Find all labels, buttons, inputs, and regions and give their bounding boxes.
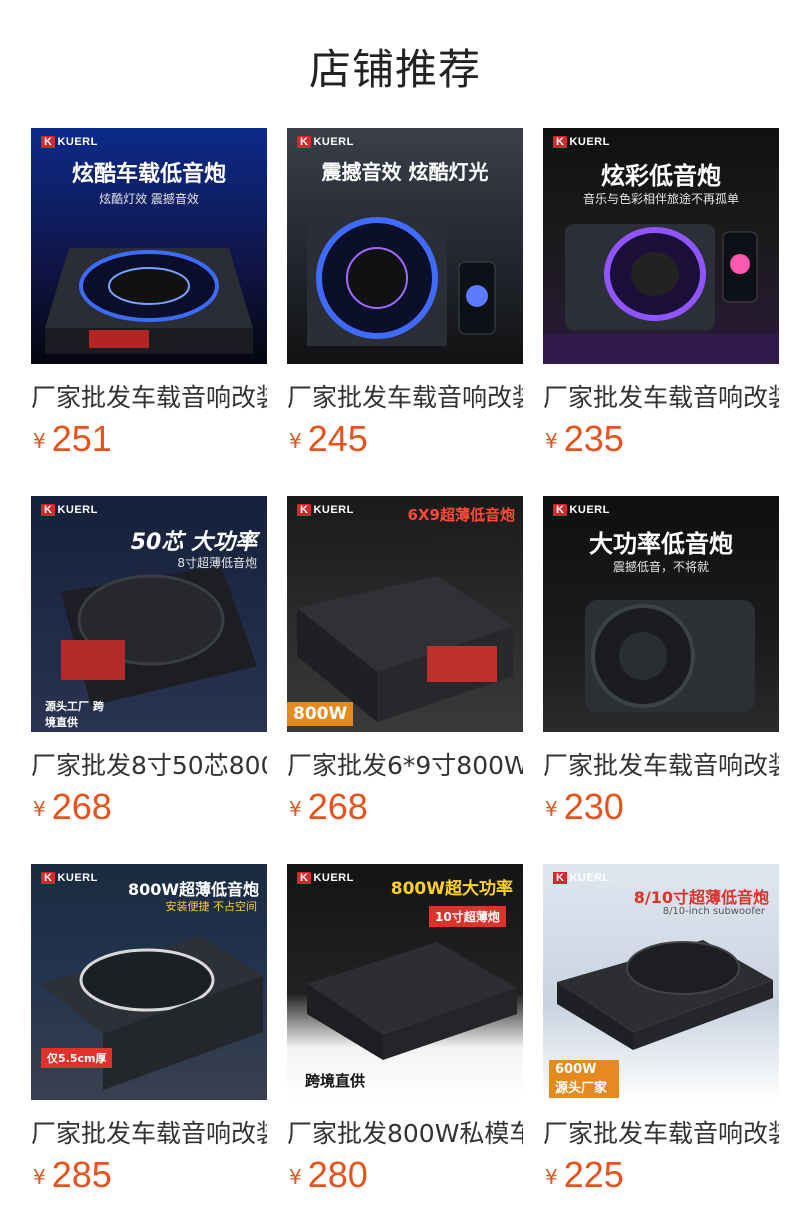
brand-logo: K KUERL <box>553 872 610 884</box>
price-value: 268 <box>307 786 368 827</box>
promo-tag: 600W 源头厂家 <box>549 1060 619 1098</box>
price-value: 230 <box>563 786 624 827</box>
image-headline: 炫彩低音炮 <box>601 162 721 190</box>
currency-symbol: ¥ <box>289 797 302 821</box>
product-name[interactable]: 厂家批发车载音响改装 <box>31 378 267 414</box>
image-subline: 安装便捷 不占空间 <box>165 900 258 913</box>
product-price: ¥285 <box>33 1154 112 1196</box>
currency-symbol: ¥ <box>289 1165 302 1189</box>
price-value: 285 <box>51 1154 112 1195</box>
product-name[interactable]: 厂家批发6*9寸800W超 <box>287 746 523 782</box>
subwoofer-graphic <box>297 576 513 722</box>
currency-symbol: ¥ <box>545 797 558 821</box>
image-subline: 8/10-inch subwoofer <box>662 906 765 917</box>
product-image[interactable]: K KUERL 800W超大功率 10寸超薄炮 跨境直供 <box>287 864 523 1100</box>
image-headline: 大功率低音炮 <box>589 530 733 558</box>
product-image[interactable]: K KUERL 炫酷车载低音炮 炫酷灯效 震撼音效 <box>31 128 267 364</box>
image-headline: 800W超薄低音炮 <box>127 880 259 899</box>
currency-symbol: ¥ <box>33 429 46 453</box>
currency-symbol: ¥ <box>289 429 302 453</box>
image-headline: 6X9超薄低音炮 <box>407 506 515 524</box>
image-headline: 800W超大功率 <box>390 879 513 899</box>
currency-symbol: ¥ <box>545 429 558 453</box>
page-title: 店铺推荐 <box>308 45 481 94</box>
product-card[interactable]: K KUERL 炫彩低音炮 音乐与色彩相伴旅途不再孤单 厂家批发车载音响改装 ¥2… <box>543 128 779 478</box>
promo-tag: 跨境直供 <box>305 1072 366 1090</box>
product-price: ¥268 <box>289 786 368 828</box>
product-card[interactable]: K KUERL 震撼音效 炫酷灯光 厂家批发车载音响改装 ¥245 <box>287 128 523 478</box>
currency-symbol: ¥ <box>33 797 46 821</box>
product-card[interactable]: KKUERL 800W超大功率 10寸超薄炮 跨境直供 厂家批发800W私模车载… <box>287 864 523 1214</box>
promo-tag: 仅5.5cm厚 <box>41 1048 113 1068</box>
brand-logo: K KUERL <box>553 504 610 516</box>
product-image[interactable]: K KUERL 6X9超薄低音炮 小体积 大功率 800W <box>287 496 523 732</box>
product-price: ¥225 <box>545 1154 624 1196</box>
product-image[interactable]: K KUERL 800W超薄低音炮 安装便捷 不占空间 仅5.5cm厚 <box>31 864 267 1100</box>
product-card[interactable]: K KUERL 6X9超薄低音炮 小体积 大功率 800W 厂家批发6*9寸800… <box>287 496 523 846</box>
product-name[interactable]: 厂家批发车载音响改装 <box>543 1114 779 1150</box>
product-price: ¥235 <box>545 418 624 460</box>
brand-logo: K KUERL <box>297 136 354 148</box>
product-image[interactable]: K KUERL 8/10寸超薄低音炮 8/10-inch subwoofer 60… <box>543 864 779 1100</box>
product-price: ¥268 <box>33 786 112 828</box>
promo-tag-size: 10寸超薄炮 <box>429 906 506 927</box>
image-subline: 8寸超薄低音炮 <box>177 556 257 570</box>
product-price: ¥280 <box>289 1154 368 1196</box>
price-value: 251 <box>51 418 112 459</box>
price-value: 245 <box>307 418 368 459</box>
subwoofer-graphic <box>307 942 517 1060</box>
image-subline: 震撼低音，不将就 <box>612 560 709 574</box>
product-image[interactable]: K KUERL 炫彩低音炮 音乐与色彩相伴旅途不再孤单 <box>543 128 779 364</box>
image-headline: 50芯 大功率 <box>130 530 257 555</box>
product-card[interactable]: K KUERL 大功率低音炮 震撼低音，不将就 厂家批发车载音响改装 ¥230 <box>543 496 779 846</box>
price-value: 280 <box>307 1154 368 1195</box>
image-headline: 炫酷车载低音炮 <box>71 162 226 187</box>
product-card[interactable]: K KUERL 50芯 大功率 8寸超薄低音炮 源头工厂 跨境直供 厂家批发8寸5… <box>31 496 267 846</box>
product-name[interactable]: 厂家批发车载音响改装 <box>287 378 523 414</box>
price-value: 235 <box>563 418 624 459</box>
price-value: 268 <box>51 786 112 827</box>
currency-symbol: ¥ <box>33 1165 46 1189</box>
product-image[interactable]: K KUERL 震撼音效 炫酷灯光 <box>287 128 523 364</box>
image-headline: 震撼音效 炫酷灯光 <box>321 160 489 184</box>
image-subline: 音乐与色彩相伴旅途不再孤单 <box>582 192 739 206</box>
product-price: ¥251 <box>33 418 112 460</box>
promo-tag: 800W <box>287 702 354 726</box>
product-card[interactable]: K KUERL 800W超薄低音炮 安装便捷 不占空间 仅5.5cm厚 厂家批发车… <box>31 864 267 1214</box>
image-subline: 炫酷灯效 震撼音效 <box>99 192 199 206</box>
brand-logo: K KUERL <box>41 504 98 516</box>
product-name[interactable]: 厂家批发车载音响改装 <box>543 746 779 782</box>
product-price: ¥245 <box>289 418 368 460</box>
currency-symbol: ¥ <box>545 1165 558 1189</box>
image-subline: 小体积 大功率 <box>433 540 509 554</box>
image-headline: 8/10寸超薄低音炮 <box>633 888 769 907</box>
product-grid: K KUERL 炫酷车载低音炮 炫酷灯效 震撼音效 厂家批发车载音响改装 ¥251… <box>31 128 781 1208</box>
product-image[interactable]: K KUERL 大功率低音炮 震撼低音，不将就 <box>543 496 779 732</box>
product-image[interactable]: K KUERL 50芯 大功率 8寸超薄低音炮 源头工厂 跨境直供 <box>31 496 267 732</box>
brand-logo: K KUERL <box>553 136 610 148</box>
product-name[interactable]: 厂家批发车载音响改装 <box>31 1114 267 1150</box>
product-name[interactable]: 厂家批发800W私模车载 <box>287 1114 523 1150</box>
product-card[interactable]: K KUERL 8/10寸超薄低音炮 8/10-inch subwoofer 60… <box>543 864 779 1214</box>
product-name[interactable]: 厂家批发8寸50芯800W <box>31 746 267 782</box>
product-name[interactable]: 厂家批发车载音响改装 <box>543 378 779 414</box>
price-value: 225 <box>563 1154 624 1195</box>
promo-tag: 源头工厂 跨境直供 <box>45 700 104 729</box>
product-card[interactable]: K KUERL 炫酷车载低音炮 炫酷灯效 震撼音效 厂家批发车载音响改装 ¥251 <box>31 128 267 478</box>
brand-logo: K KUERL <box>41 136 98 148</box>
product-price: ¥230 <box>545 786 624 828</box>
